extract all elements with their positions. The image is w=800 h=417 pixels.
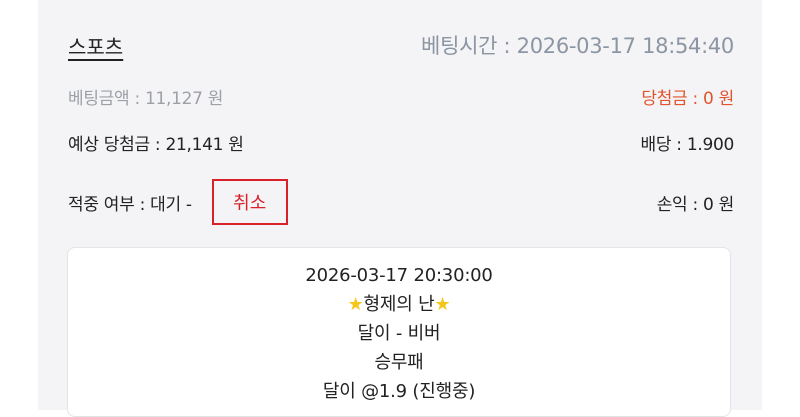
market-type: 승무패 (374, 352, 424, 373)
bet-pick: 달이 @1.9 (진행중) (322, 381, 476, 402)
winnings: 당첨금 : 0 원 (641, 88, 734, 109)
bet-category: 스포츠 (68, 34, 124, 59)
star-icon: ★ (347, 294, 364, 315)
profit-loss: 손익 : 0 원 (656, 194, 735, 215)
status-row: 적중 여부 : 대기 - 취소 손익 : 0 원 (68, 178, 734, 226)
bet-detail-box: 2026-03-17 20:30:00 ★형제의 난★ 달이 - 비버 승무패 … (67, 247, 731, 417)
expected-row: 예상 당첨금 : 21,141 원 배당 : 1.900 (68, 128, 734, 156)
cancel-button[interactable]: 취소 (211, 179, 288, 225)
match-teams: 달이 - 비버 (357, 323, 441, 344)
match-time: 2026-03-17 20:30:00 (305, 265, 493, 286)
hit-status: 적중 여부 : 대기 - (68, 194, 192, 215)
bet-amount: 베팅금액 : 11,127 원 (68, 88, 224, 109)
league-name: 형제의 난 (363, 294, 435, 315)
bet-amount-row: 베팅금액 : 11,127 원 당첨금 : 0 원 (68, 82, 734, 110)
league-line: ★형제의 난★ (68, 290, 730, 319)
bet-time: 베팅시간 : 2026-03-17 18:54:40 (421, 34, 734, 58)
bet-header-row: 스포츠 베팅시간 : 2026-03-17 18:54:40 (68, 28, 734, 62)
hit-status-group: 적중 여부 : 대기 - 취소 (68, 179, 288, 225)
star-icon: ★ (434, 294, 451, 315)
bet-card: 스포츠 베팅시간 : 2026-03-17 18:54:40 베팅금액 : 11… (38, 0, 762, 417)
expected-winnings: 예상 당첨금 : 21,141 원 (68, 134, 244, 155)
odds: 배당 : 1.900 (640, 134, 735, 155)
